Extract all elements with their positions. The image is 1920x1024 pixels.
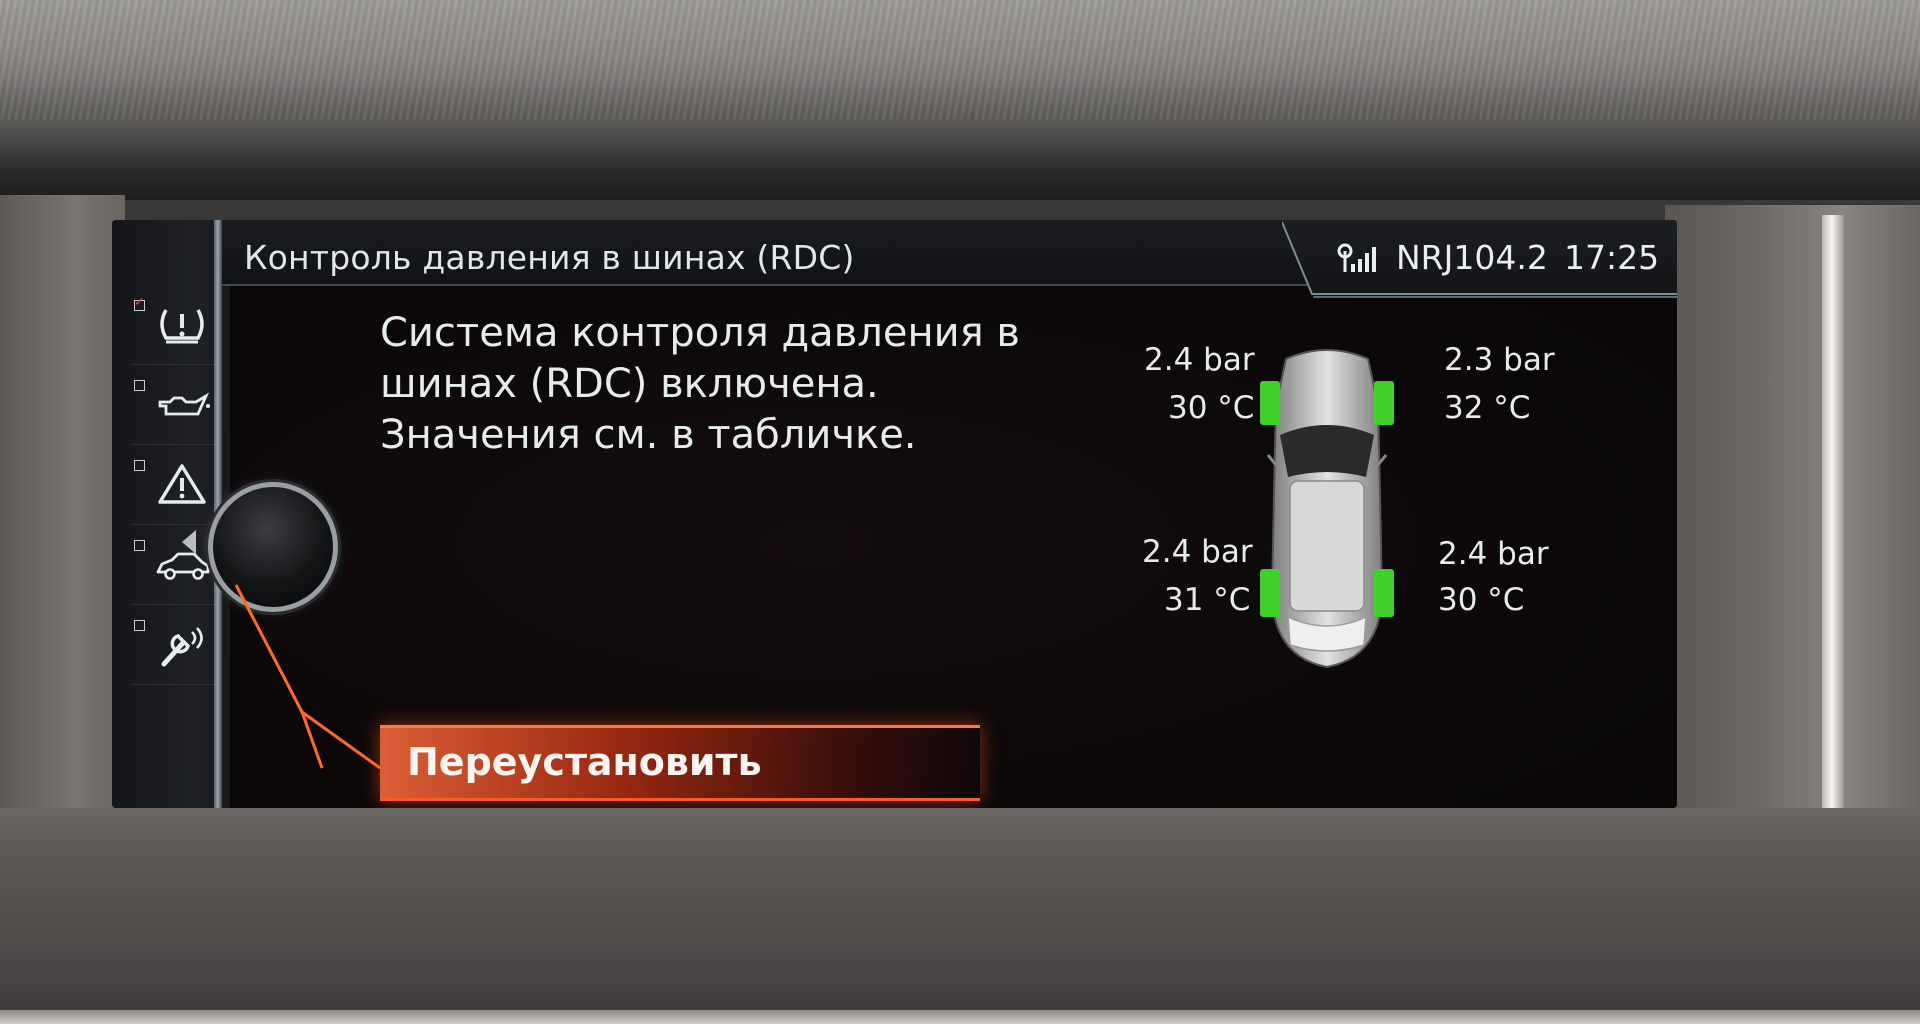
rear-left-temperature: 31 °C	[1164, 582, 1251, 618]
dashboard-lip	[0, 1010, 1920, 1024]
tire-front-right	[1374, 381, 1394, 425]
rail-item-service[interactable]	[132, 612, 222, 685]
front-left-pressure: 2.4 bar	[1144, 342, 1255, 378]
checkbox-checked-icon	[134, 295, 145, 311]
message-line-1: Система контроля давления в	[380, 310, 1020, 356]
front-right-pressure: 2.3 bar	[1444, 342, 1555, 378]
rear-left-pressure: 2.4 bar	[1142, 534, 1253, 570]
rail-item-warnings[interactable]	[132, 452, 222, 525]
warning-triangle-icon	[158, 464, 206, 504]
screen-bezel-right	[1665, 205, 1920, 845]
oil-can-icon	[158, 392, 210, 416]
tire-front-left	[1260, 381, 1280, 425]
checkbox-icon	[134, 380, 145, 391]
screen-bezel-left	[0, 195, 125, 845]
message-line-3: Значения см. в табличке.	[380, 412, 917, 458]
message-line-2: шинах (RDC) включена.	[380, 361, 879, 407]
tire-rear-right	[1374, 569, 1394, 617]
chrome-trim-strip	[1822, 215, 1844, 840]
chevron-left-icon	[182, 530, 196, 554]
wrench-wireless-icon	[161, 627, 203, 667]
dashboard-bottom-trim	[0, 808, 1920, 1024]
car-top-view-icon	[1260, 349, 1394, 669]
status-message: Система контроля давления в шинах (RDC) …	[380, 308, 1020, 461]
reset-button-label: Переустановить	[407, 740, 762, 784]
checkbox-icon	[134, 540, 145, 551]
checkbox-icon	[134, 620, 145, 631]
clock: 17:25	[1564, 238, 1660, 277]
reset-button[interactable]: Переустановить	[380, 725, 980, 801]
controller-knob-icon[interactable]	[208, 482, 338, 612]
signal-strength-icon	[1337, 243, 1376, 272]
tire-rear-left	[1260, 569, 1280, 617]
checkbox-icon	[134, 460, 145, 471]
menu-rail	[112, 220, 230, 808]
rear-right-temperature: 30 °C	[1438, 582, 1525, 618]
rail-item-oil[interactable]	[132, 372, 222, 445]
rear-right-pressure: 2.4 bar	[1438, 536, 1549, 572]
front-left-temperature: 30 °C	[1168, 390, 1255, 426]
dashboard-top-trim	[0, 0, 1920, 200]
page-title: Контроль давления в шинах (RDC)	[244, 238, 855, 277]
rail-item-tire-pressure[interactable]	[132, 292, 222, 365]
tire-pressure-warning-icon	[160, 309, 204, 344]
idrive-screen: Контроль давления в шинах (RDC) NRJ104.2…	[112, 220, 1677, 808]
front-right-temperature: 32 °C	[1444, 390, 1531, 426]
radio-station: NRJ104.2	[1396, 238, 1548, 277]
